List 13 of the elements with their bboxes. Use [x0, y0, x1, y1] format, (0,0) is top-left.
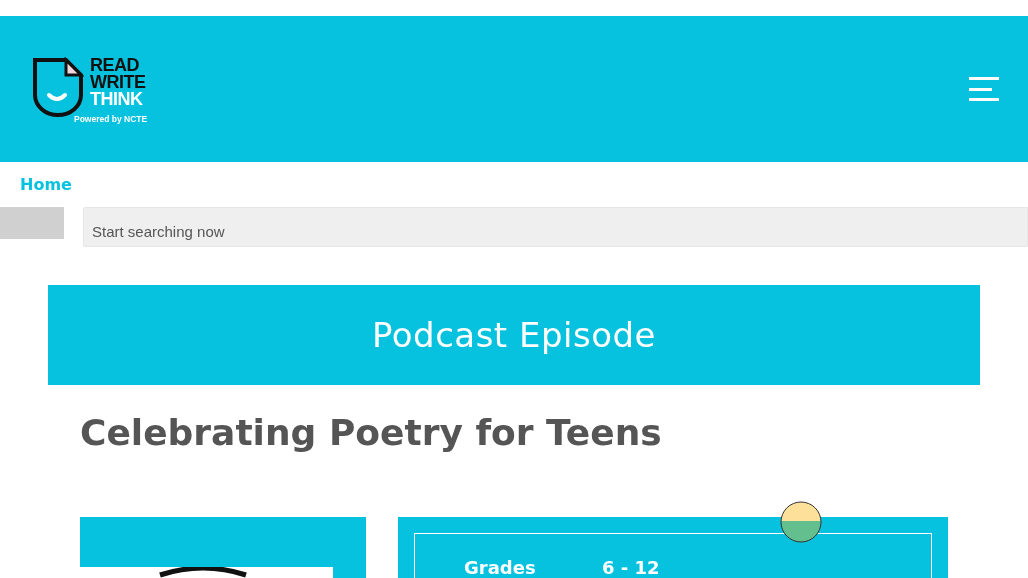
search-field[interactable]: Start searching now: [83, 207, 1028, 247]
touch-indicator-icon: [780, 501, 822, 543]
page-smile-icon: [32, 56, 84, 117]
logo-tagline: Powered by NCTE: [74, 113, 148, 124]
detail-value: 6 - 12: [602, 559, 660, 578]
logo[interactable]: READ WRITE THINK Powered by NCTE: [32, 56, 148, 124]
logo-text: READ: [90, 56, 139, 74]
logo-text: WRITE: [90, 73, 146, 91]
banner-title: Podcast Episode: [371, 315, 657, 355]
detail-label: Grades: [464, 559, 537, 578]
page-title: Celebrating Poetry for Teens: [80, 413, 663, 453]
logo-text: THINK: [90, 90, 143, 108]
menu-button[interactable]: [969, 77, 999, 101]
